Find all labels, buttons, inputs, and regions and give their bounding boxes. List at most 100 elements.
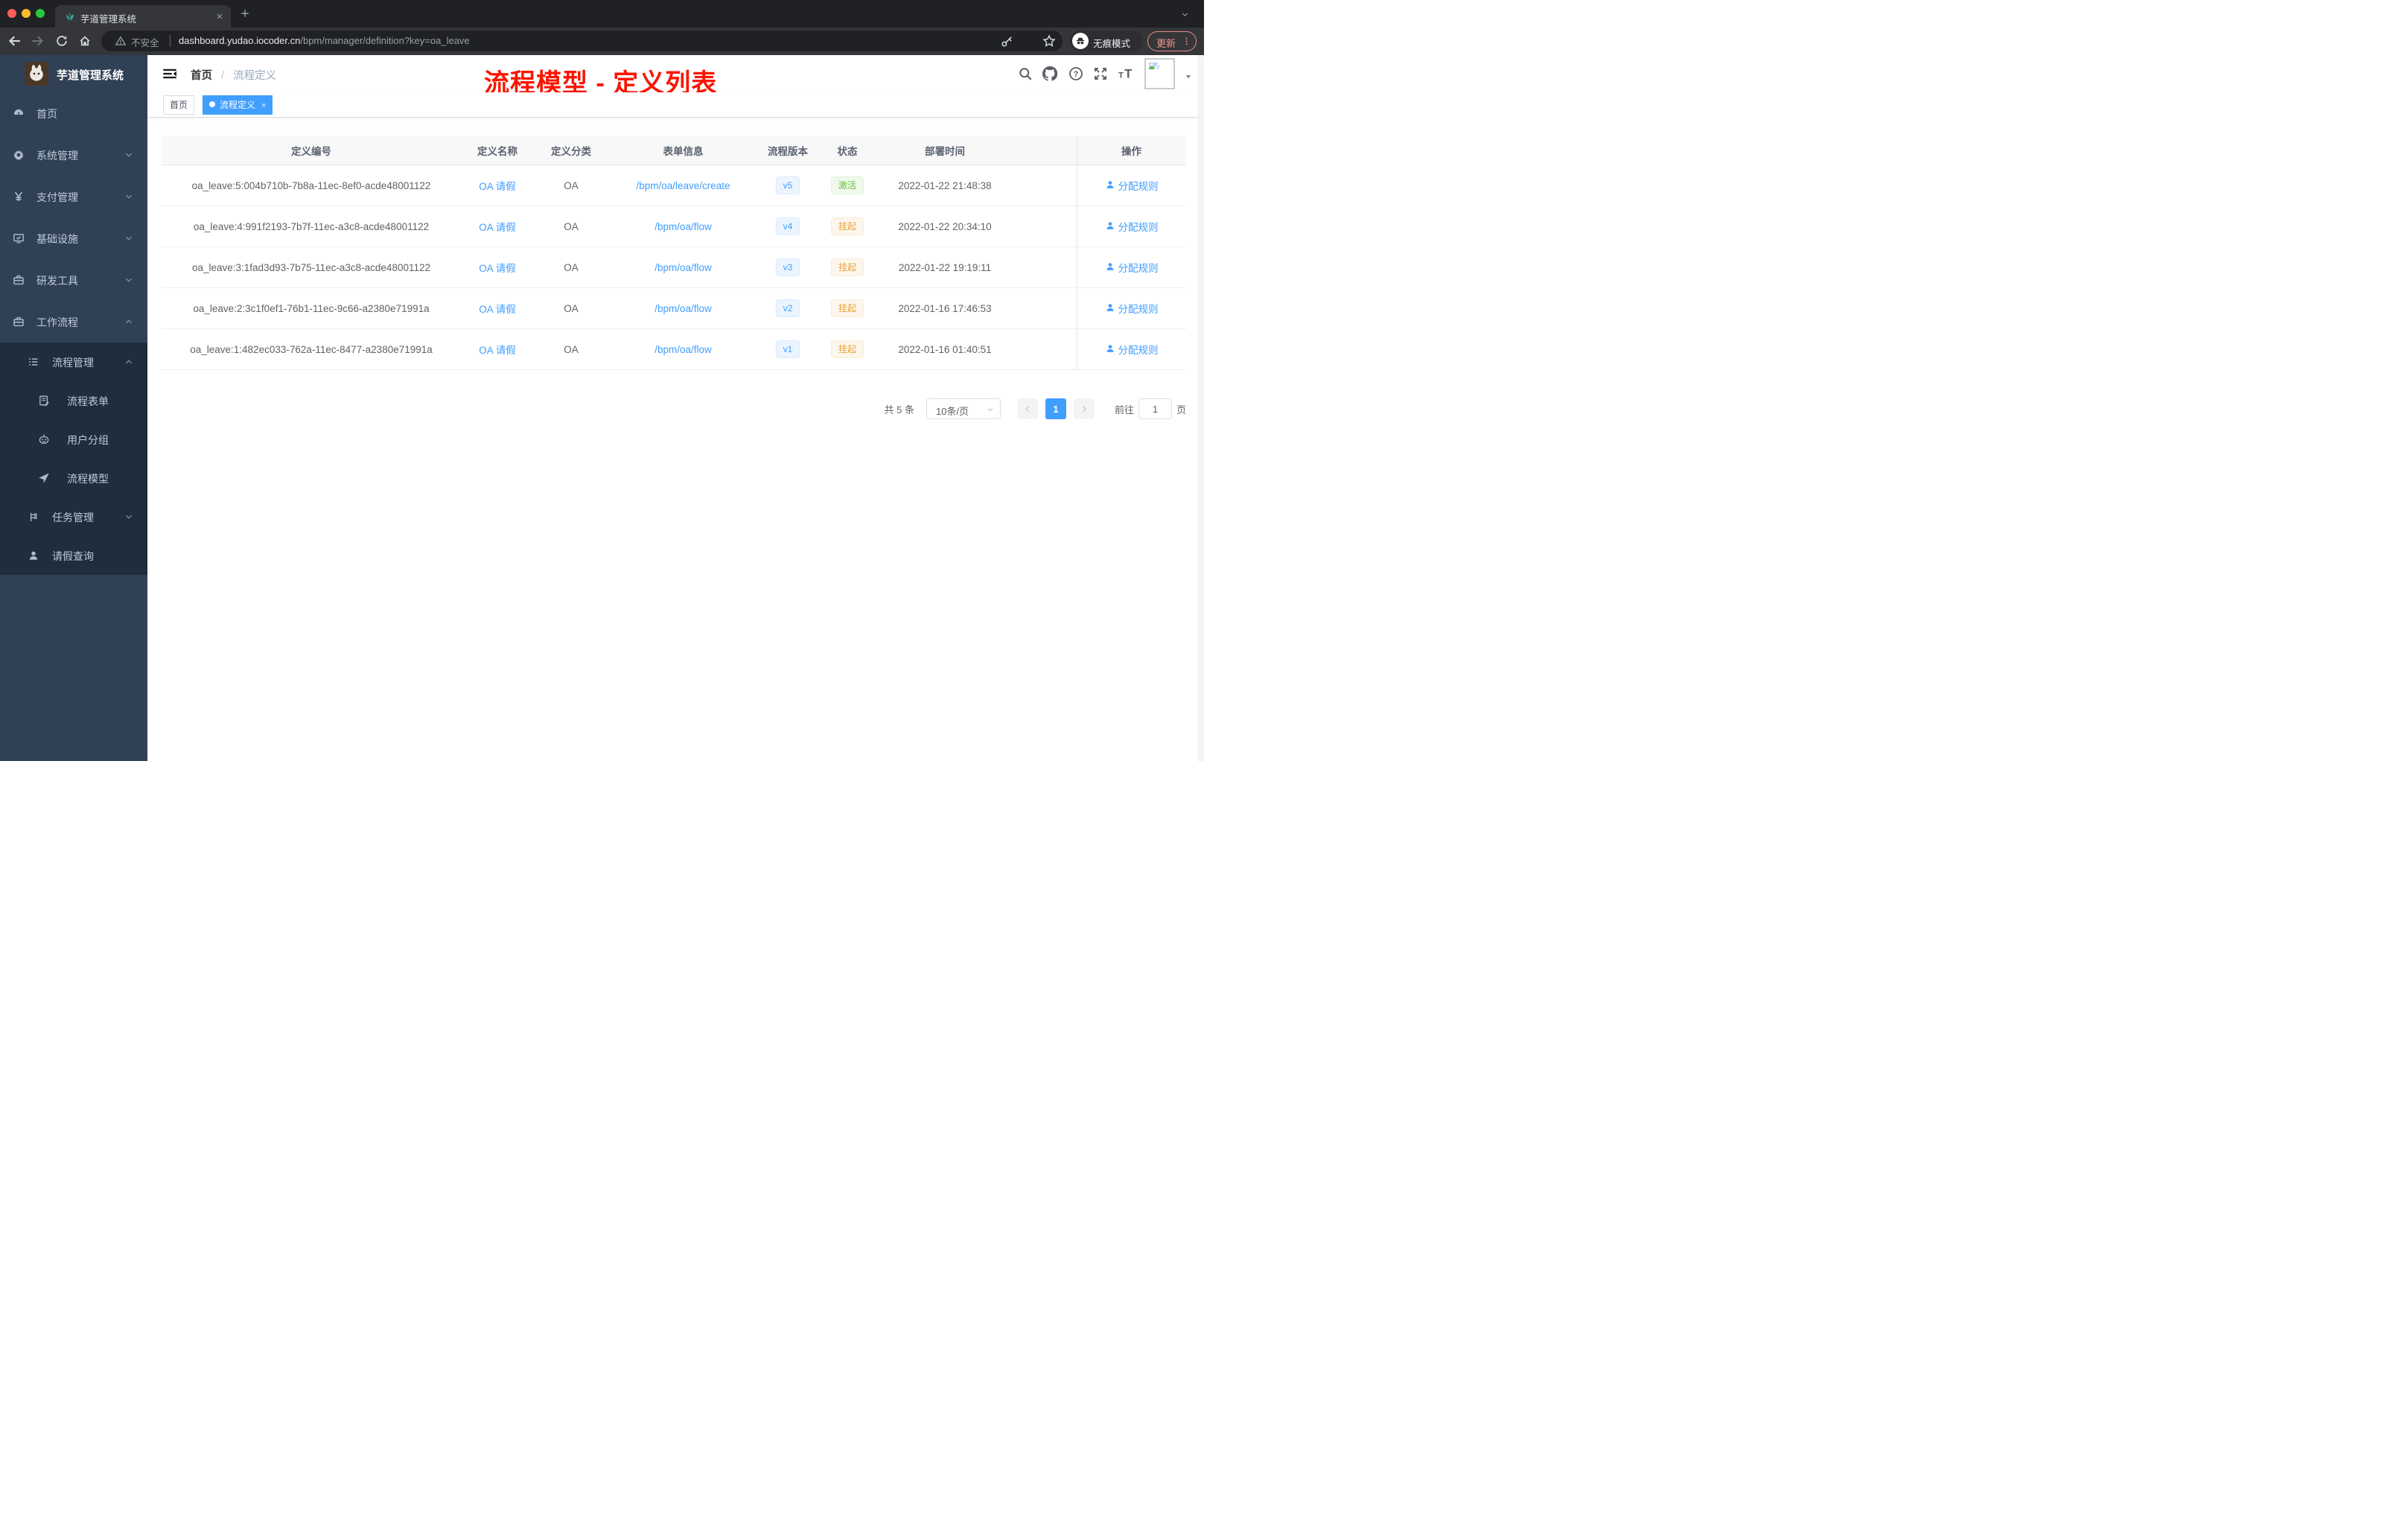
version-badge: v5	[775, 176, 800, 194]
browser-toolbar: 不安全 dashboard.yudao.iocoder.cn/bpm/manag…	[0, 28, 1204, 55]
fullscreen-icon[interactable]	[1093, 66, 1108, 81]
home-icon[interactable]	[78, 34, 92, 48]
form-link[interactable]: /bpm/oa/flow	[608, 262, 758, 273]
chevron-icon	[124, 316, 134, 327]
assign-rule-button[interactable]: 分配规则	[1077, 301, 1186, 316]
sidebar-submenu: 流程管理 流程表单 用户分组 流程模型 任务管理 请假查询	[0, 343, 147, 575]
status-badge: 挂起	[830, 340, 864, 358]
assign-rule-button[interactable]: 分配规则	[1077, 219, 1186, 234]
assign-rule-button[interactable]: 分配规则	[1077, 178, 1186, 193]
goto-page-input[interactable]	[1138, 398, 1172, 419]
form-link[interactable]: /bpm/oa/leave/create	[608, 180, 758, 191]
bookmark-star-icon[interactable]	[1042, 34, 1056, 48]
menu-icon	[13, 316, 25, 328]
definition-name-link[interactable]: OA 请假	[461, 342, 534, 357]
cell-definition-id: oa_leave:3:1fad3d93-7b75-11ec-a3c8-acde4…	[191, 261, 430, 273]
form-link[interactable]: /bpm/oa/flow	[608, 344, 758, 355]
cell-category: OA	[564, 179, 579, 191]
sidebar-subitem[interactable]: 用户分组	[0, 420, 147, 459]
select-chevron-icon	[986, 405, 995, 414]
definition-name-link[interactable]: OA 请假	[461, 178, 534, 193]
sidebar-subitem[interactable]: 请假查询	[0, 536, 147, 575]
sidebar-logo[interactable]: 芋道管理系统	[0, 55, 147, 92]
version-badge: v1	[775, 340, 800, 358]
menu-icon	[13, 232, 25, 244]
definition-name-link[interactable]: OA 请假	[461, 301, 534, 316]
sidebar-subitem[interactable]: 流程管理	[0, 343, 147, 381]
definition-name-link[interactable]: OA 请假	[461, 260, 534, 275]
text-size-icon[interactable]	[1118, 66, 1133, 81]
new-tab-icon[interactable]	[240, 8, 250, 19]
search-icon[interactable]	[1018, 66, 1033, 81]
browser-menu-dots-icon[interactable]	[1182, 36, 1191, 46]
goto-label: 前往	[1114, 404, 1134, 415]
avatar[interactable]	[1144, 58, 1175, 89]
chevron-icon	[124, 150, 134, 160]
definition-name-link[interactable]: OA 请假	[461, 219, 534, 234]
github-icon[interactable]	[1042, 66, 1057, 81]
tags-view-bar: 首页 流程定义 ×	[147, 92, 1198, 118]
version-badge: v3	[775, 258, 800, 276]
assign-rule-button[interactable]: 分配规则	[1077, 260, 1186, 275]
window-close-button[interactable]	[7, 9, 16, 18]
hamburger-icon[interactable]	[162, 66, 177, 81]
sidebar-item[interactable]: 首页	[0, 92, 147, 134]
url-path: /bpm/manager/definition?key=oa_leave	[300, 35, 470, 46]
sidebar-item[interactable]: 工作流程	[0, 301, 147, 343]
cell-definition-id: oa_leave:2:3c1f0ef1-76b1-11ec-9c66-a2380…	[193, 302, 430, 314]
avatar-caret-down-icon[interactable]	[1184, 73, 1193, 80]
sidebar-item-label: 基础设施	[36, 233, 78, 245]
key-icon[interactable]	[1001, 35, 1013, 48]
sidebar-subitem[interactable]: 流程表单	[0, 381, 147, 420]
page-size-select[interactable]: 10条/页	[926, 398, 1001, 419]
sidebar-subitem-label: 任务管理	[52, 512, 94, 523]
app-window: 芋道管理系统 首页 系统管理 支付管理 基础设施 研发工具 工作流程 流程管理 …	[0, 55, 1204, 761]
col-deploy-time: 部署时间	[925, 145, 965, 157]
col-form: 表单信息	[663, 145, 704, 157]
col-status: 状态	[837, 145, 858, 157]
reload-icon[interactable]	[55, 34, 69, 48]
prev-page-button[interactable]	[1016, 398, 1038, 419]
url-domain: dashboard.yudao.iocoder.cn	[179, 35, 301, 46]
current-page-button[interactable]: 1	[1045, 398, 1066, 419]
address-bar[interactable]: 不安全 dashboard.yudao.iocoder.cn/bpm/manag…	[101, 31, 1063, 51]
sidebar-subitem[interactable]: 流程模型	[0, 459, 147, 497]
back-icon[interactable]	[7, 34, 22, 48]
incognito-badge: 无痕模式	[1070, 31, 1143, 51]
sidebar-item[interactable]: 研发工具	[0, 259, 147, 301]
cell-deploy-time: 2022-01-22 19:19:11	[898, 261, 992, 273]
tab-search-chevron-icon[interactable]	[1180, 10, 1190, 19]
browser-tab[interactable]: 芋道管理系统	[55, 5, 231, 28]
tag-home[interactable]: 首页	[163, 95, 195, 115]
cell-deploy-time: 2022-01-16 01:40:51	[898, 343, 992, 355]
page-scrollbar[interactable]	[1198, 55, 1204, 761]
menu-icon	[38, 472, 50, 484]
form-link[interactable]: /bpm/oa/flow	[608, 303, 758, 314]
cell-deploy-time: 2022-01-22 20:34:10	[898, 220, 992, 232]
browser-update-button[interactable]: 更新	[1147, 31, 1197, 51]
sidebar-item-label: 系统管理	[36, 150, 78, 162]
assign-rule-button[interactable]: 分配规则	[1077, 342, 1186, 357]
sidebar-item[interactable]: 系统管理	[0, 134, 147, 176]
cell-category: OA	[564, 261, 579, 273]
tag-close-icon[interactable]: ×	[261, 101, 266, 110]
breadcrumb-current: 流程定义	[233, 70, 277, 82]
sidebar-item[interactable]: 支付管理	[0, 176, 147, 217]
question-icon[interactable]	[1068, 66, 1083, 81]
app-title: 芋道管理系统	[57, 69, 124, 82]
next-page-button[interactable]	[1073, 398, 1095, 419]
window-minimize-button[interactable]	[22, 9, 31, 18]
breadcrumb-home[interactable]: 首页	[191, 70, 212, 82]
sidebar-subitem[interactable]: 任务管理	[0, 497, 147, 536]
tag-active[interactable]: 流程定义 ×	[203, 95, 273, 115]
user-icon	[1105, 261, 1115, 272]
tab-close-icon[interactable]	[215, 12, 224, 21]
sidebar-item-label: 支付管理	[36, 191, 78, 203]
window-zoom-button[interactable]	[36, 9, 45, 18]
col-action: 操作	[1121, 145, 1141, 157]
sidebar-item[interactable]: 基础设施	[0, 217, 147, 259]
logo-avatar	[25, 62, 48, 86]
sidebar-item-label: 研发工具	[36, 275, 78, 287]
forward-icon[interactable]	[30, 34, 45, 48]
form-link[interactable]: /bpm/oa/flow	[608, 221, 758, 232]
